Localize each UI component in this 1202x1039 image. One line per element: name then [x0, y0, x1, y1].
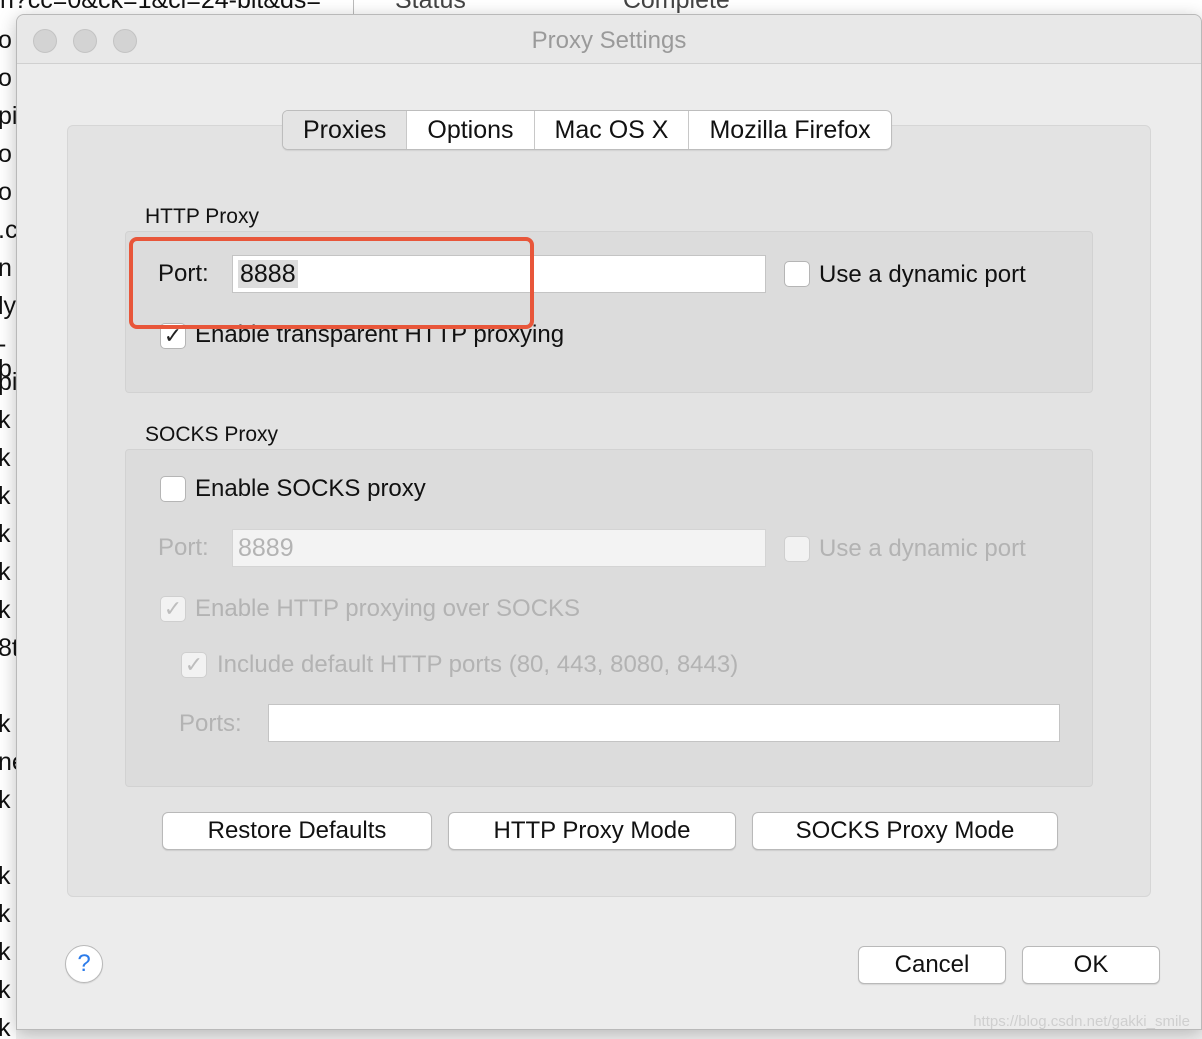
background-list-fragment: k — [0, 596, 11, 624]
cancel-button[interactable]: Cancel — [858, 946, 1006, 984]
proxy-settings-window: Proxy Settings Proxies Options Mac OS X … — [16, 14, 1202, 1030]
background-list-fragment: k — [0, 558, 11, 586]
default-http-ports-checkbox[interactable]: ✓ — [181, 652, 207, 678]
http-over-socks-label: Enable HTTP proxying over SOCKS — [195, 595, 581, 622]
background-list-fragment: k — [0, 520, 11, 548]
help-button[interactable]: ? — [65, 945, 103, 983]
watermark-text: https://blog.csdn.net/gakki_smile — [973, 1013, 1190, 1030]
background-column-complete: Complete — [622, 0, 730, 14]
http-proxy-section-label: HTTP Proxy — [145, 205, 259, 228]
socks-proxy-mode-button[interactable]: SOCKS Proxy Mode — [752, 812, 1058, 850]
socks-port-label: Port: — [158, 534, 209, 561]
socks-ports-label: Ports: — [179, 710, 242, 737]
background-column-divider — [353, 0, 354, 14]
background-list-fragment: k — [0, 786, 11, 814]
background-list-fragment: k — [0, 710, 11, 738]
tab-mozilla-firefox[interactable]: Mozilla Firefox — [688, 111, 890, 149]
http-proxy-mode-button[interactable]: HTTP Proxy Mode — [448, 812, 736, 850]
background-list-fragment: k — [0, 900, 11, 928]
http-over-socks-checkbox[interactable]: ✓ — [160, 596, 186, 622]
http-dynamic-port-checkbox[interactable] — [784, 261, 810, 287]
enable-socks-label: Enable SOCKS proxy — [195, 475, 426, 502]
checkmark-icon: ✓ — [163, 596, 183, 621]
background-list-fragment: k — [0, 938, 11, 966]
background-list-fragment: k — [0, 976, 11, 1004]
background-list-fragment: k — [0, 1014, 11, 1039]
background-column-headers: Status Complete — [395, 0, 880, 15]
background-list-fragment: k — [0, 862, 11, 890]
tab-mac-os-x[interactable]: Mac OS X — [533, 111, 689, 149]
annotation-highlight-box — [129, 237, 534, 329]
background-list-fragment: k — [0, 406, 11, 434]
ok-button[interactable]: OK — [1022, 946, 1160, 984]
tab-bar: Proxies Options Mac OS X Mozilla Firefox — [282, 110, 892, 150]
socks-dynamic-port-label: Use a dynamic port — [819, 535, 1026, 562]
socks-ports-field[interactable] — [268, 704, 1060, 742]
enable-socks-checkbox[interactable] — [160, 476, 186, 502]
tab-proxies[interactable]: Proxies — [283, 111, 407, 149]
background-list-fragment: .c — [0, 216, 18, 244]
title-bar: Proxy Settings — [17, 15, 1201, 64]
background-list-fragment: n — [0, 254, 12, 282]
background-column-status: Status — [395, 0, 466, 14]
socks-port-field[interactable]: 8889 — [232, 529, 766, 567]
background-list-fragment: ly — [0, 292, 17, 320]
socks-proxy-section-label: SOCKS Proxy — [145, 423, 279, 446]
background-list-fragment: o — [0, 178, 12, 206]
background-list-fragment: o — [0, 140, 12, 168]
background-list-fragment: k — [0, 444, 11, 472]
background-list-fragment: k — [0, 482, 11, 510]
http-dynamic-port-label: Use a dynamic port — [819, 261, 1026, 288]
tab-options[interactable]: Options — [406, 111, 533, 149]
window-title: Proxy Settings — [531, 27, 687, 54]
background-url-text: n?cc=0&ck=1&cl=24-bit&ds= — [0, 0, 322, 14]
socks-dynamic-port-checkbox[interactable] — [784, 536, 810, 562]
background-list-fragment: o — [0, 26, 12, 54]
restore-defaults-button[interactable]: Restore Defaults — [162, 812, 432, 850]
checkmark-icon: ✓ — [184, 652, 204, 677]
background-list-fragment: o — [0, 64, 12, 92]
default-http-ports-label: Include default HTTP ports (80, 443, 808… — [217, 651, 739, 678]
